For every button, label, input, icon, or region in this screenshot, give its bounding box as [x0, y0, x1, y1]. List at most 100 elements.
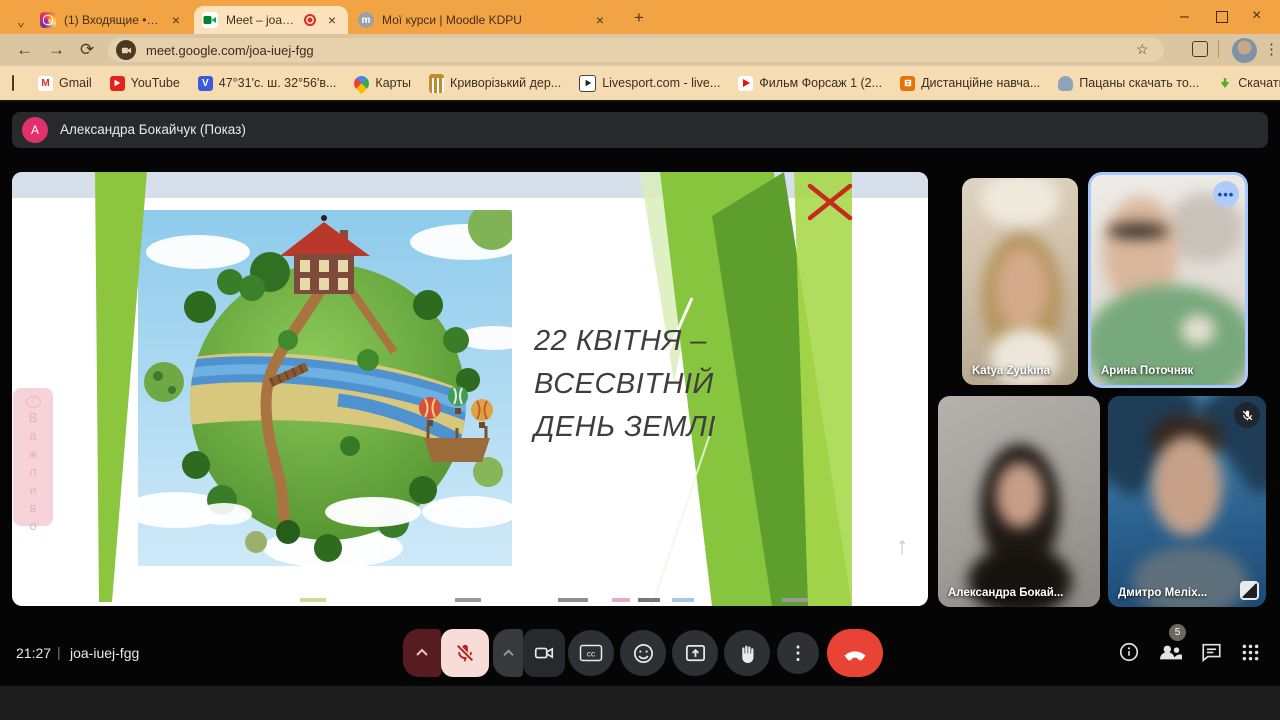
mic-options-button[interactable] [403, 629, 441, 677]
mic-off-icon [454, 642, 476, 664]
mic-toggle-button-muted[interactable] [441, 629, 489, 677]
bookmark-maps[interactable]: Карты [354, 76, 411, 91]
captions-button[interactable]: cc [568, 630, 614, 676]
more-options-button[interactable]: ⋮ [777, 632, 819, 674]
toolbar-divider [1218, 40, 1219, 58]
apps-grid-icon [1240, 642, 1261, 663]
smiley-icon [632, 642, 655, 665]
bookmark-star-icon[interactable]: ☆ [1136, 41, 1149, 58]
close-tab-icon[interactable]: × [168, 13, 184, 27]
v-icon: V [198, 76, 213, 91]
present-screen-button[interactable] [672, 630, 718, 676]
gmail-icon: M [38, 76, 53, 91]
browser-menu-icon[interactable]: ⋮ [1264, 40, 1279, 58]
participant-tile-arina[interactable]: ••• Арина Поточняк [1088, 172, 1248, 388]
camera-options-button[interactable] [493, 629, 523, 677]
bookmark-label: Скачать с Контакта,... [1238, 76, 1280, 90]
apps-grid-icon[interactable] [12, 75, 14, 91]
svg-text:cc: cc [587, 649, 595, 658]
participant-tile-katya[interactable]: Katya Zyukina [962, 178, 1078, 385]
tab-meet-active[interactable]: Meet – joa-iuej-fgg × [194, 6, 348, 34]
tab-label: Мої курси | Moodle KDPU [382, 13, 584, 27]
video-feed [1152, 436, 1222, 536]
people-icon [1158, 641, 1184, 663]
scroll-up-arrow-icon[interactable]: ↑ [896, 532, 909, 561]
participant-name: Арина Поточняк [1101, 365, 1193, 377]
moodle-favicon: m [358, 12, 374, 28]
chevron-up-icon [502, 649, 515, 658]
reactions-button[interactable] [620, 630, 666, 676]
raise-hand-button[interactable] [724, 630, 770, 676]
video-feed [996, 462, 1044, 528]
bookmark-livesport[interactable]: Livesport.com - live... [579, 75, 720, 92]
window-close-button[interactable]: × [1252, 7, 1261, 25]
activities-button[interactable] [1240, 642, 1261, 668]
meeting-details-button[interactable] [1118, 641, 1140, 668]
presenter-name: Александра Бокайчук (Показ) [60, 122, 246, 137]
slide-title-line: ДЕНЬ ЗЕМЛІ [534, 406, 744, 449]
participant-name: Katya Zyukina [972, 365, 1050, 377]
tab-moodle[interactable]: m Мої курси | Moodle KDPU × [350, 6, 616, 34]
meet-favicon [202, 12, 218, 28]
video-feed [1181, 315, 1215, 345]
camera-toggle-button[interactable] [523, 629, 565, 677]
bookmark-university[interactable]: Криворізький дер... [429, 74, 561, 93]
bookmarks-bar: M Gmail YouTube V 47°31'с. ш. 32°56'в...… [0, 66, 1280, 100]
participant-tile-aleksandra[interactable]: Александра Бокай... [938, 396, 1100, 607]
tile-more-options-icon[interactable]: ••• [1213, 181, 1239, 207]
tab-search-icon[interactable]: ^ [10, 12, 32, 30]
chat-button[interactable] [1200, 641, 1223, 668]
important-side-tab[interactable]: ! Важливо [13, 388, 53, 526]
bank-building-icon [429, 74, 444, 93]
bookmark-label: Livesport.com - live... [602, 76, 720, 90]
clock: 21:27 [16, 645, 51, 661]
bookmark-patsany[interactable]: Пацаны скачать то... [1058, 76, 1199, 91]
document-icon [900, 76, 915, 91]
profile-avatar[interactable] [1232, 38, 1257, 63]
camera-icon [533, 642, 555, 664]
url-text[interactable]: meet.google.com/joa-iuej-fgg [146, 43, 314, 58]
back-icon[interactable]: ← [16, 40, 33, 60]
map-pin-icon [351, 72, 372, 93]
presenter-banner: A Александра Бокайчук (Показ) [12, 112, 1268, 148]
bookmark-distance-learning[interactable]: Дистанційне навча... [900, 76, 1040, 91]
shared-slide: 22 КВІТНЯ – ВСЕСВІТНІЙ ДЕНЬ ЗЕМЛІ ↑ [12, 172, 928, 606]
participants-button[interactable] [1158, 641, 1184, 668]
leave-call-button[interactable] [827, 629, 883, 677]
footer-divider: | [57, 644, 61, 660]
participant-tile-dmytro[interactable]: Дмитро Меліх... [1108, 396, 1266, 607]
tab-instagram[interactable]: (1) Входящие • Чаты × [32, 6, 192, 34]
video-effects-icon[interactable] [1240, 581, 1259, 600]
slide-title-line: 22 КВІТНЯ – [534, 320, 744, 363]
bookmark-label: Карты [375, 76, 411, 90]
youtube-icon [110, 76, 125, 91]
screen: ^ (1) Входящие • Чаты × Meet – joa-iuej-… [0, 0, 1280, 720]
forward-icon[interactable]: → [48, 40, 65, 60]
close-tab-icon[interactable]: × [592, 13, 608, 27]
hang-up-icon [842, 640, 868, 666]
reload-icon[interactable]: ⟳ [80, 40, 94, 60]
bookmark-label: Пацаны скачать то... [1079, 76, 1199, 90]
bookmark-vk-download[interactable]: Скачать с Контакта,... [1217, 76, 1280, 91]
bookmark-youtube[interactable]: YouTube [110, 76, 180, 91]
bookmark-film[interactable]: Фильм Форсаж 1 (2... [738, 76, 882, 91]
more-options-icon: ⋮ [789, 643, 807, 664]
video-feed [980, 178, 1060, 227]
bookmark-gmail[interactable]: M Gmail [38, 76, 92, 91]
bookmark-label: Криворізький дер... [450, 76, 561, 90]
bookmark-label: Дистанційне навча... [921, 76, 1040, 90]
livesport-icon [579, 75, 596, 92]
bookmark-coordinates[interactable]: V 47°31'с. ш. 32°56'в... [198, 76, 337, 91]
extensions-icon[interactable] [1192, 41, 1208, 57]
recording-indicator-icon [304, 14, 316, 26]
window-minimize-button[interactable]: – [1180, 8, 1189, 26]
person-icon [1058, 76, 1073, 91]
participant-name: Александра Бокай... [948, 587, 1063, 599]
bookmark-label: Фильм Форсаж 1 (2... [759, 76, 882, 90]
window-maximize-button[interactable] [1216, 11, 1228, 23]
windows-taskbar: Пошук [0, 686, 1280, 720]
site-info-camera-icon[interactable] [116, 40, 136, 60]
new-tab-button[interactable]: + [628, 8, 650, 30]
close-tab-icon[interactable]: × [324, 13, 340, 27]
instagram-favicon [40, 12, 56, 28]
